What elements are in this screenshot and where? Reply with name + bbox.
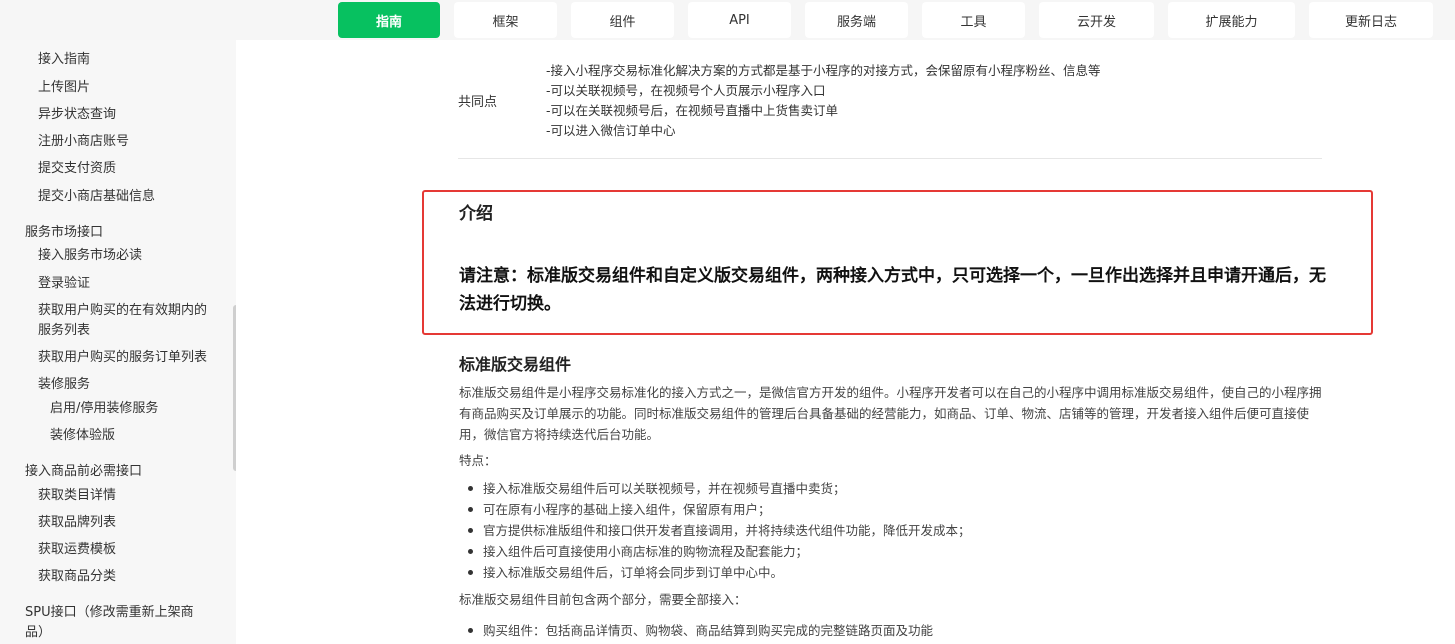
notice-text: 请注意：标准版交易组件和自定义版交易组件，两种接入方式中，只可选择一个，一旦作出… xyxy=(459,266,1326,314)
tab-api[interactable]: API xyxy=(688,2,791,38)
section-heading: 标准版交易组件 xyxy=(459,355,572,374)
tab-tools[interactable]: 工具 xyxy=(922,2,1025,38)
sidebar-item[interactable]: 装修服务 xyxy=(38,375,90,395)
common-point: -可以进入微信订单中心 xyxy=(546,123,676,138)
sidebar-item[interactable]: 获取商品分类 xyxy=(38,567,116,587)
section-paragraph: 标准版交易组件是小程序交易标准化的接入方式之一，是微信官方开发的组件。小程序开发… xyxy=(459,385,1322,442)
sidebar-item[interactable]: 提交小商店基础信息 xyxy=(38,187,155,207)
sidebar-item[interactable]: 登录验证 xyxy=(38,274,90,294)
sidebar-group-product-prereq[interactable]: 接入商品前必需接口 xyxy=(25,462,142,482)
common-points-list: -接入小程序交易标准化解决方案的方式都是基于小程序的对接方式，会保留原有小程序粉… xyxy=(546,61,1101,141)
sidebar-item[interactable]: 异步状态查询 xyxy=(38,105,116,125)
features-label: 特点： xyxy=(459,453,497,468)
sidebar-item[interactable]: 上传图片 xyxy=(38,78,90,98)
parts-list: 购买组件：包括商品详情页、购物袋、商品结算到购买完成的完整链路页面及功能 xyxy=(466,620,933,641)
tab-cloud-dev[interactable]: 云开发 xyxy=(1039,2,1154,38)
table-divider xyxy=(458,158,1322,159)
tab-framework[interactable]: 框架 xyxy=(454,2,557,38)
sidebar-item[interactable]: 获取用户购买的在有效期内的 xyxy=(38,301,207,321)
list-item: 接入标准版交易组件后，订单将会同步到订单中心中。 xyxy=(466,562,971,583)
sidebar-group-spu[interactable]: SPU接口（修改需重新上架商 xyxy=(25,603,194,623)
sidebar-item[interactable]: 注册小商店账号 xyxy=(38,132,129,152)
sidebar xyxy=(0,40,236,644)
common-point: -可以关联视频号，在视频号个人页展示小程序入口 xyxy=(546,83,826,98)
sidebar-item[interactable]: 接入服务市场必读 xyxy=(38,246,142,266)
sidebar-item[interactable]: 提交支付资质 xyxy=(38,159,116,179)
sidebar-item[interactable]: 获取运费模板 xyxy=(38,540,116,560)
common-point: -接入小程序交易标准化解决方案的方式都是基于小程序的对接方式，会保留原有小程序粉… xyxy=(546,63,1101,78)
features-list: 接入标准版交易组件后可以关联视频号，并在视频号直播中卖货； 可在原有小程序的基础… xyxy=(466,478,971,583)
common-points-label: 共同点 xyxy=(458,95,498,110)
tab-components[interactable]: 组件 xyxy=(571,2,674,38)
sidebar-item[interactable]: 服务列表 xyxy=(38,321,90,341)
tab-guide[interactable]: 指南 xyxy=(338,2,440,38)
sidebar-group-service-market[interactable]: 服务市场接口 xyxy=(25,223,103,243)
sidebar-item[interactable]: 获取类目详情 xyxy=(38,486,116,506)
list-item: 官方提供标准版组件和接口供开发者直接调用，并将持续迭代组件功能，降低开发成本； xyxy=(466,520,971,541)
tab-extensions[interactable]: 扩展能力 xyxy=(1168,2,1295,38)
tab-server[interactable]: 服务端 xyxy=(805,2,908,38)
sidebar-item[interactable]: 接入指南 xyxy=(38,50,90,70)
list-item: 接入组件后可直接使用小商店标准的购物流程及配套能力； xyxy=(466,541,971,562)
sidebar-item[interactable]: 获取品牌列表 xyxy=(38,513,116,533)
sidebar-subitem[interactable]: 装修体验版 xyxy=(50,426,115,446)
top-nav-bar: 指南 框架 组件 API 服务端 工具 云开发 扩展能力 更新日志 xyxy=(0,0,1455,40)
sidebar-group-spu-cont: 品） xyxy=(25,625,52,640)
list-item: 接入标准版交易组件后可以关联视频号，并在视频号直播中卖货； xyxy=(466,478,971,499)
tab-changelog[interactable]: 更新日志 xyxy=(1309,2,1433,38)
sidebar-item[interactable]: 获取用户购买的服务订单列表 xyxy=(38,348,207,368)
intro-heading: 介绍 xyxy=(459,204,493,224)
list-item: 可在原有小程序的基础上接入组件，保留原有用户； xyxy=(466,499,971,520)
common-point: -可以在关联视频号后，在视频号直播中上货售卖订单 xyxy=(546,103,839,118)
parts-label: 标准版交易组件目前包含两个部分，需要全部接入： xyxy=(459,592,747,607)
nav-tabs: 指南 框架 组件 API 服务端 工具 云开发 扩展能力 更新日志 xyxy=(338,2,1433,38)
list-item: 购买组件：包括商品详情页、购物袋、商品结算到购买完成的完整链路页面及功能 xyxy=(466,620,933,641)
sidebar-subitem[interactable]: 启用/停用装修服务 xyxy=(50,399,158,419)
